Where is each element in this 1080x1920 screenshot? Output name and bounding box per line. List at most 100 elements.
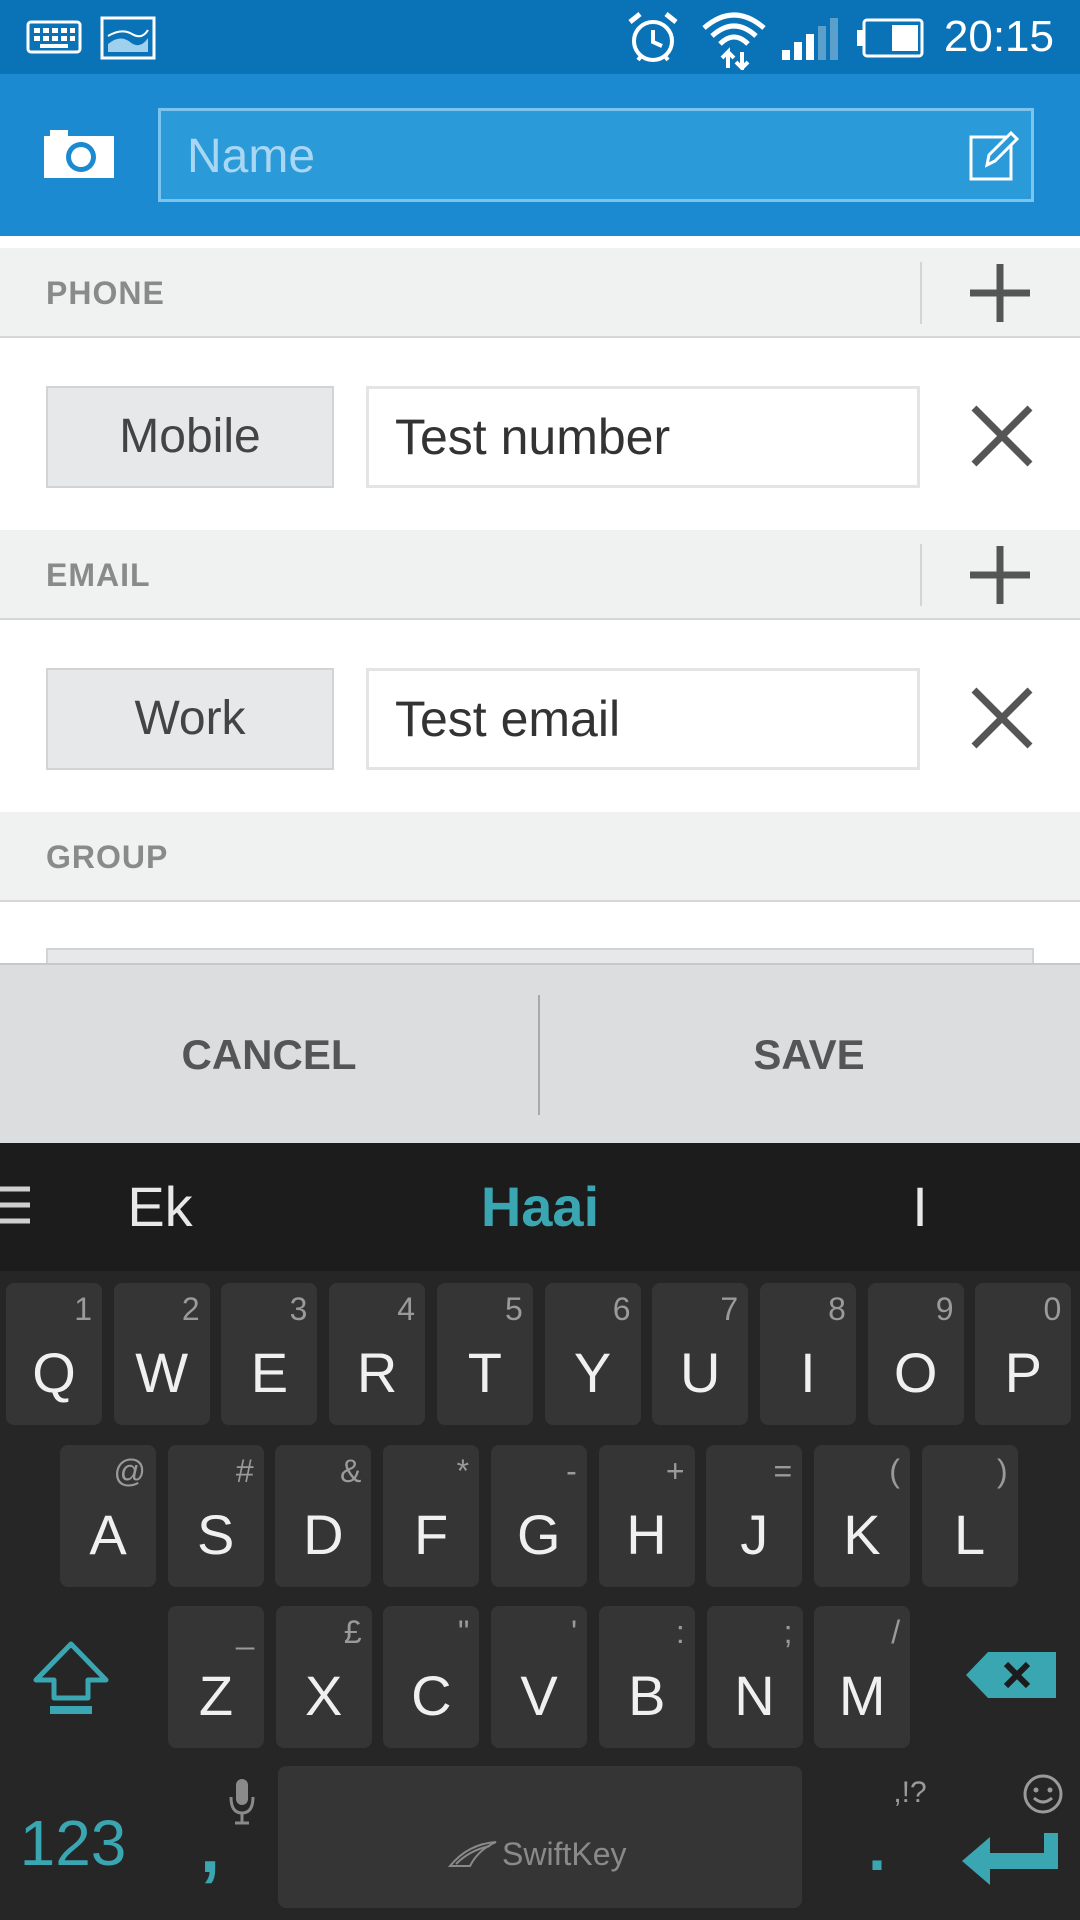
numbers-key[interactable]: 123	[8, 1793, 138, 1893]
key-i[interactable]: 8I	[759, 1283, 856, 1425]
key-n[interactable]: ; N	[706, 1606, 803, 1748]
key-j[interactable]: = J	[706, 1445, 803, 1587]
key-label: S	[197, 1503, 235, 1566]
phone-type-button[interactable]: Mobile	[46, 386, 334, 488]
key-r[interactable]: 4R	[329, 1283, 426, 1425]
save-button[interactable]: SAVE	[540, 965, 1078, 1145]
suggestion-left[interactable]: Ek	[0, 1143, 320, 1271]
key-secondary-label: *	[456, 1453, 470, 1489]
image-icon	[100, 16, 156, 60]
key-f[interactable]: * F	[383, 1445, 480, 1587]
key-label: H	[626, 1503, 667, 1566]
key-label: M	[838, 1664, 886, 1727]
key-secondary-label: 1	[74, 1291, 92, 1327]
key-p[interactable]: 0P	[975, 1283, 1072, 1425]
backspace-icon[interactable]	[964, 1650, 1058, 1700]
remove-phone-button[interactable]	[966, 400, 1038, 472]
add-email-button[interactable]	[962, 540, 1038, 610]
key-secondary-label: 8	[828, 1291, 846, 1327]
key-m[interactable]: / M	[814, 1606, 911, 1748]
key-label: B	[628, 1664, 666, 1727]
key-label: C	[411, 1664, 452, 1727]
key-label: D	[303, 1503, 344, 1566]
key-q[interactable]: 1Q	[6, 1283, 102, 1425]
email-section-header: EMAIL	[0, 530, 1080, 620]
key-e[interactable]: 3E	[221, 1283, 318, 1425]
suggestion-center[interactable]: Haai	[360, 1143, 720, 1271]
key-secondary-label: 0	[1043, 1291, 1062, 1327]
key-secondary-label: 5	[505, 1291, 523, 1327]
alarm-icon	[628, 12, 678, 62]
key-secondary-label: )	[996, 1453, 1008, 1489]
key-l[interactable]: ) L	[921, 1445, 1018, 1587]
swiftkey-brand: SwiftKey	[502, 1836, 627, 1872]
microphone-icon[interactable]	[228, 1777, 256, 1827]
shift-icon[interactable]	[30, 1640, 112, 1718]
key-label: U	[679, 1341, 721, 1404]
key-secondary-label: #	[235, 1453, 254, 1489]
key-a[interactable]: @ A	[60, 1445, 156, 1587]
remove-email-button[interactable]	[966, 682, 1038, 754]
key-label: Q	[32, 1341, 76, 1404]
period-key[interactable]: .	[852, 1808, 902, 1888]
add-phone-button[interactable]	[962, 258, 1038, 328]
divider	[920, 262, 922, 324]
key-label: G	[517, 1503, 561, 1566]
contact-header	[0, 74, 1080, 236]
key-b[interactable]: :B	[598, 1606, 695, 1748]
key-d[interactable]: & D	[275, 1445, 372, 1587]
group-row	[0, 904, 1080, 968]
key-secondary-label: _	[236, 1614, 254, 1650]
signal-icon	[782, 18, 838, 60]
key-secondary-label: &	[340, 1453, 362, 1489]
key-secondary-label: 3	[289, 1291, 308, 1327]
key-secondary-label: 2	[181, 1291, 200, 1327]
key-secondary-label: +	[665, 1453, 685, 1489]
key-w[interactable]: 2W	[113, 1283, 210, 1425]
key-secondary-label: £	[343, 1614, 362, 1650]
key-t[interactable]: 5T	[436, 1283, 533, 1425]
key-g[interactable]: -G	[490, 1445, 587, 1587]
key-u[interactable]: 7U	[652, 1283, 749, 1425]
key-secondary-label: :	[675, 1614, 685, 1650]
phone-number-field[interactable]: Test number	[366, 386, 920, 488]
space-bar[interactable]: SwiftKey	[278, 1766, 802, 1908]
key-c[interactable]: " C	[383, 1606, 480, 1748]
edit-icon[interactable]	[969, 129, 1019, 181]
swiftkey-keyboard: Ek Haai I 1Q2W3E4R5T6Y7U8I9O0P @ A # S & D * F -…	[0, 1143, 1080, 1920]
key-secondary-label: -	[566, 1453, 577, 1489]
key-s[interactable]: # S	[167, 1445, 264, 1587]
key-label: J	[740, 1503, 769, 1566]
divider	[920, 544, 922, 606]
key-label: V	[520, 1664, 558, 1727]
cancel-button[interactable]: CANCEL	[0, 965, 538, 1145]
group-section-label: GROUP	[46, 839, 169, 875]
key-secondary-label: 9	[935, 1291, 954, 1327]
key-secondary-label: (	[889, 1453, 900, 1489]
camera-icon[interactable]	[42, 130, 116, 180]
keyboard-icon	[26, 20, 82, 54]
key-k[interactable]: (K	[813, 1445, 910, 1587]
key-label: Y	[573, 1341, 612, 1404]
emoji-icon[interactable]	[1022, 1773, 1064, 1815]
email-type-button[interactable]: Work	[46, 668, 334, 770]
email-address-field[interactable]: Test email	[366, 668, 920, 770]
phone-section-header: PHONE	[0, 248, 1080, 338]
key-x[interactable]: £ X	[275, 1606, 372, 1748]
suggestion-right[interactable]: I	[760, 1143, 1080, 1271]
key-v[interactable]: ' V	[491, 1606, 588, 1748]
wifi-icon	[702, 12, 766, 70]
key-h[interactable]: + H	[598, 1445, 695, 1587]
email-row: Work Test email	[0, 622, 1080, 812]
key-label: Z	[198, 1664, 234, 1727]
clock: 20:15	[943, 12, 1054, 61]
key-secondary-label: "	[458, 1614, 470, 1650]
name-input[interactable]	[185, 111, 949, 201]
key-y[interactable]: 6Y	[544, 1283, 641, 1425]
enter-icon[interactable]	[960, 1831, 1060, 1893]
key-o[interactable]: 9O	[867, 1283, 964, 1425]
key-label: W	[135, 1341, 189, 1404]
key-z[interactable]: _ Z	[168, 1606, 264, 1748]
name-field[interactable]	[158, 108, 1034, 202]
key-label: A	[89, 1503, 127, 1566]
